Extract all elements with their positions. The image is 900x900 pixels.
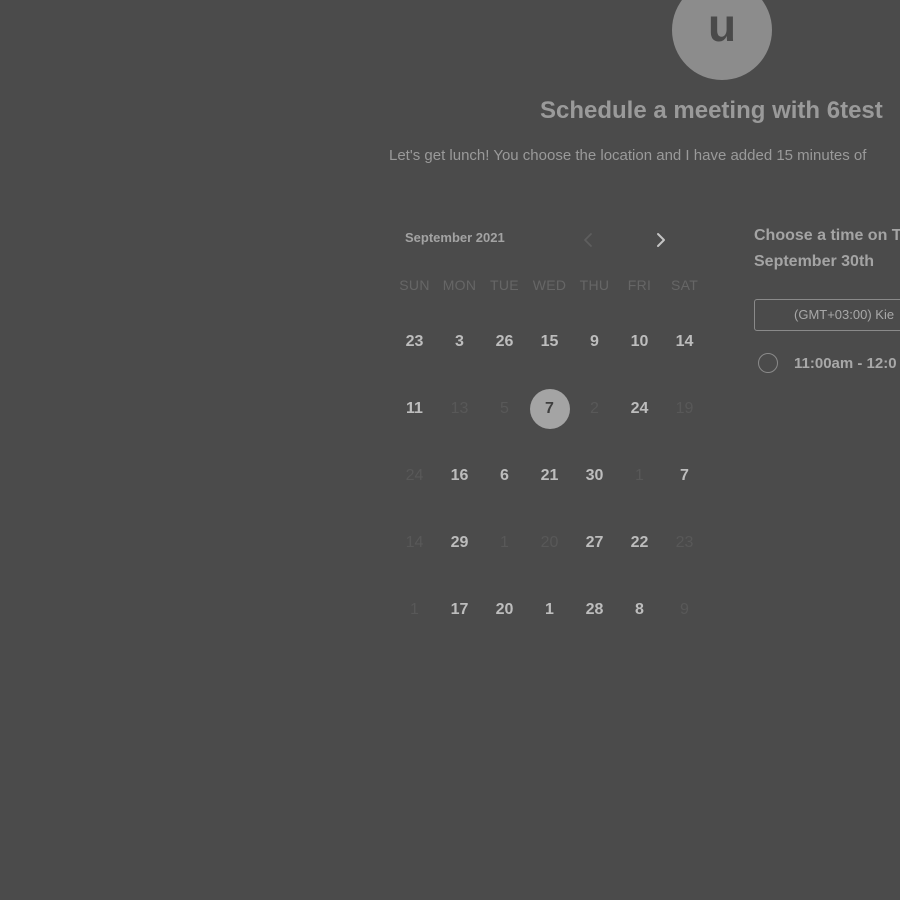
calendar-day: 2 <box>572 375 617 442</box>
month-label: September 2021 <box>405 230 505 245</box>
calendar-day-number: 3 <box>455 332 464 350</box>
chevron-right-icon <box>657 233 665 247</box>
calendar-day-number: 21 <box>540 466 559 484</box>
calendar-day[interactable]: 17 <box>437 576 482 643</box>
calendar-day-number: 8 <box>635 600 644 618</box>
calendar-day-number: 20 <box>540 533 559 551</box>
calendar-day-number: 27 <box>585 533 604 551</box>
weekday-label: TUE <box>490 277 519 293</box>
previous-month-button[interactable] <box>577 229 599 251</box>
weekday-label: THU <box>579 277 610 293</box>
timezone-select[interactable]: (GMT+03:00) Kie <box>754 299 900 331</box>
calendar-day[interactable]: 26 <box>482 308 527 375</box>
calendar-header: September 2021 <box>392 225 712 255</box>
calendar-day: 19 <box>662 375 707 442</box>
calendar-day-number: 2 <box>590 399 599 417</box>
time-slot-option[interactable]: 11:00am - 12:0 <box>758 353 897 373</box>
calendar-day-number: 14 <box>675 332 694 350</box>
calendar-day[interactable]: 1 <box>527 576 572 643</box>
calendar-day-number: 7 <box>680 466 689 484</box>
radio-button[interactable] <box>758 353 778 373</box>
time-slot-label: 11:00am - 12:0 <box>794 354 897 372</box>
calendar-day-number: 11 <box>406 399 423 417</box>
calendar-day: 5 <box>482 375 527 442</box>
calendar-day-number: 9 <box>680 600 689 618</box>
calendar-day-selected[interactable]: 7 <box>527 375 572 442</box>
weekday-label: WED <box>532 277 567 293</box>
calendar-day-number: 15 <box>540 332 559 350</box>
calendar-day-number: 5 <box>500 399 509 417</box>
calendar-day-number: 1 <box>635 466 644 484</box>
calendar-day[interactable]: 3 <box>437 308 482 375</box>
calendar-day-number: 26 <box>495 332 514 350</box>
calendar-day[interactable]: 15 <box>527 308 572 375</box>
calendar-day[interactable]: 21 <box>527 442 572 509</box>
calendar-day[interactable]: 11 <box>392 375 437 442</box>
calendar-day-number: 24 <box>405 466 424 484</box>
calendar-day: 14 <box>392 509 437 576</box>
calendar-day-number: 23 <box>405 332 424 350</box>
calendar-day[interactable]: 6 <box>482 442 527 509</box>
calendar-day-number: 1 <box>545 600 554 618</box>
calendar-day-number: 16 <box>450 466 469 484</box>
calendar-day[interactable]: 22 <box>617 509 662 576</box>
calendar-day[interactable]: 28 <box>572 576 617 643</box>
event-description: Let's get lunch! You choose the location… <box>389 147 867 164</box>
calendar-day[interactable]: 8 <box>617 576 662 643</box>
calendar-day[interactable]: 14 <box>662 308 707 375</box>
calendar-day[interactable]: 10 <box>617 308 662 375</box>
time-panel-heading: Choose a time on T September 30th <box>754 223 900 275</box>
calendar-day-number: 9 <box>590 332 599 350</box>
calendar-day: 1 <box>392 576 437 643</box>
page-title: Schedule a meeting with 6test <box>540 97 883 124</box>
calendar-day-number: 20 <box>495 600 514 618</box>
calendar-day[interactable]: 7 <box>662 442 707 509</box>
calendar-day-number: 6 <box>500 466 509 484</box>
calendar-day-number: 10 <box>630 332 649 350</box>
calendar-day-number: 24 <box>630 399 649 417</box>
weekday-header-row: SUN MON TUE WED THU FRI SAT <box>392 277 712 297</box>
calendar-day[interactable]: 23 <box>392 308 437 375</box>
selected-date-label: September 30th <box>754 253 875 270</box>
calendar-day: 24 <box>392 442 437 509</box>
calendar-day-number: 19 <box>675 399 694 417</box>
chevron-left-icon <box>584 233 592 247</box>
calendar-day[interactable]: 24 <box>617 375 662 442</box>
calendar-day[interactable]: 30 <box>572 442 617 509</box>
calendar-day: 23 <box>662 509 707 576</box>
calendar-day: 1 <box>482 509 527 576</box>
next-month-button[interactable] <box>650 229 672 251</box>
calendar-day-number: 1 <box>410 600 419 618</box>
calendar-day-number: 23 <box>675 533 694 551</box>
calendar-day: 1 <box>617 442 662 509</box>
calendar-day-number: 14 <box>405 533 424 551</box>
calendar-day: 20 <box>527 509 572 576</box>
calendar-day-number: 28 <box>585 600 604 618</box>
host-avatar: u <box>672 0 772 80</box>
weekday-label: SAT <box>670 277 699 293</box>
calendar-day[interactable]: 16 <box>437 442 482 509</box>
calendar-day-number: 1 <box>500 533 509 551</box>
weekday-label: SUN <box>399 277 430 293</box>
calendar-day-number: 30 <box>585 466 604 484</box>
weekday-label: FRI <box>627 277 652 293</box>
calendar-day-number: 29 <box>450 533 469 551</box>
calendar-day[interactable]: 29 <box>437 509 482 576</box>
date-picker-calendar: September 2021 SUN MON TUE WED THU FRI S… <box>392 225 712 643</box>
calendar-day: 9 <box>662 576 707 643</box>
days-grid: 23 3 26 15 9 10 14 11 13 5 7 2 24 19 24 16 6 21 30 1 7 14 29 1 2… <box>392 308 712 643</box>
calendar-day-number: 17 <box>450 600 469 618</box>
calendar-day[interactable]: 9 <box>572 308 617 375</box>
calendar-day-number: 13 <box>450 399 469 417</box>
calendar-day-number: 22 <box>630 533 649 551</box>
calendar-day: 13 <box>437 375 482 442</box>
calendar-day[interactable]: 27 <box>572 509 617 576</box>
calendar-day-number: 7 <box>545 399 554 417</box>
weekday-label: MON <box>442 277 477 293</box>
choose-time-label: Choose a time on T <box>754 227 900 244</box>
calendar-day[interactable]: 20 <box>482 576 527 643</box>
avatar-letter: u <box>707 0 737 51</box>
